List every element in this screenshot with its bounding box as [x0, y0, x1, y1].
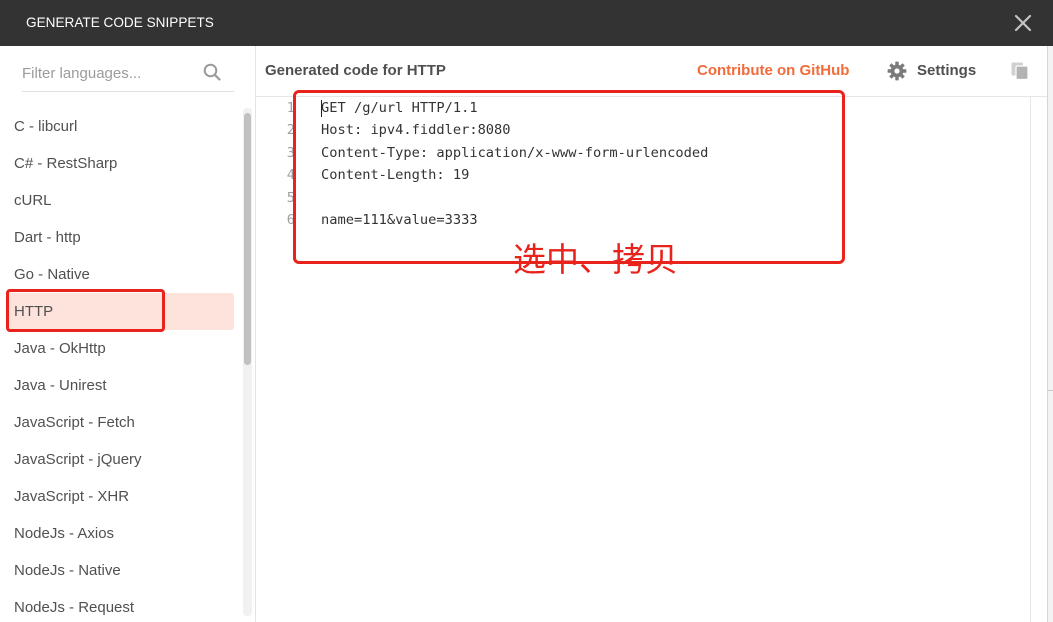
language-item-csharp-restsharp[interactable]: C# - RestSharp — [6, 145, 234, 182]
code-panel-title: Generated code for HTTP — [265, 62, 446, 79]
text-cursor — [321, 100, 322, 117]
code-line: name=111&value=3333 — [321, 211, 478, 228]
code-editor[interactable]: 1 2 3 4 5 6 GET /g/url HTTP/1.1 Host: ip… — [256, 97, 1031, 622]
language-list: C - libcurl C# - RestSharp cURL Dart - h… — [6, 108, 234, 622]
gear-icon — [887, 61, 907, 81]
search-icon — [203, 63, 221, 81]
line-number: 2 — [286, 122, 295, 139]
modal-title: GENERATE CODE SNIPPETS — [26, 15, 214, 30]
language-item-dart-http[interactable]: Dart - http — [6, 219, 234, 256]
line-number: 1 — [286, 100, 295, 116]
language-item-javascript-fetch[interactable]: JavaScript - Fetch — [6, 404, 234, 441]
code-line: Content-Type: application/x-www-form-url… — [321, 144, 709, 161]
filter-languages-input[interactable] — [22, 63, 194, 83]
language-item-curl[interactable]: cURL — [6, 182, 234, 219]
code-panel: Generated code for HTTP Contribute on Gi… — [256, 46, 1047, 622]
copy-icon — [1011, 62, 1029, 81]
line-number: 3 — [286, 144, 295, 161]
language-item-javascript-xhr[interactable]: JavaScript - XHR — [6, 478, 234, 515]
language-item-java-unirest[interactable]: Java - Unirest — [6, 367, 234, 404]
language-item-nodejs-native[interactable]: NodeJs - Native — [6, 552, 234, 589]
code-line: Content-Length: 19 — [321, 167, 470, 184]
close-button[interactable] — [1010, 10, 1036, 36]
backdrop-divider — [1048, 390, 1053, 391]
language-item-nodejs-request[interactable]: NodeJs - Request — [6, 589, 234, 622]
code-line: GET /g/url HTTP/1.1 — [321, 100, 478, 116]
language-item-go-native[interactable]: Go - Native — [6, 256, 234, 293]
language-item-c-libcurl[interactable]: C - libcurl — [6, 108, 234, 145]
close-icon — [1014, 14, 1032, 32]
settings-button[interactable]: Settings — [887, 46, 997, 96]
modal-header: GENERATE CODE SNIPPETS — [0, 0, 1053, 46]
code-panel-header: Generated code for HTTP Contribute on Gi… — [256, 46, 1047, 97]
line-number: 5 — [286, 189, 295, 206]
line-number: 4 — [286, 167, 295, 184]
language-item-java-okhttp[interactable]: Java - OkHttp — [6, 330, 234, 367]
language-sidebar: C - libcurl C# - RestSharp cURL Dart - h… — [0, 46, 256, 622]
settings-label: Settings — [917, 62, 977, 79]
language-item-http[interactable]: HTTP — [6, 293, 234, 330]
code-lines: GET /g/url HTTP/1.1 Host: ipv4.fiddler:8… — [321, 97, 1011, 231]
language-item-nodejs-axios[interactable]: NodeJs - Axios — [6, 515, 234, 552]
search-underline — [22, 91, 234, 92]
code-line: Host: ipv4.fiddler:8080 — [321, 122, 511, 139]
language-item-javascript-jquery[interactable]: JavaScript - jQuery — [6, 441, 234, 478]
backdrop — [1047, 46, 1053, 622]
copy-button[interactable] — [1010, 61, 1030, 81]
line-number-gutter: 1 2 3 4 5 6 — [256, 97, 295, 231]
sidebar-scrollbar-thumb[interactable] — [244, 113, 251, 365]
line-number: 6 — [286, 211, 295, 228]
contribute-on-github-link[interactable]: Contribute on GitHub — [697, 46, 849, 96]
